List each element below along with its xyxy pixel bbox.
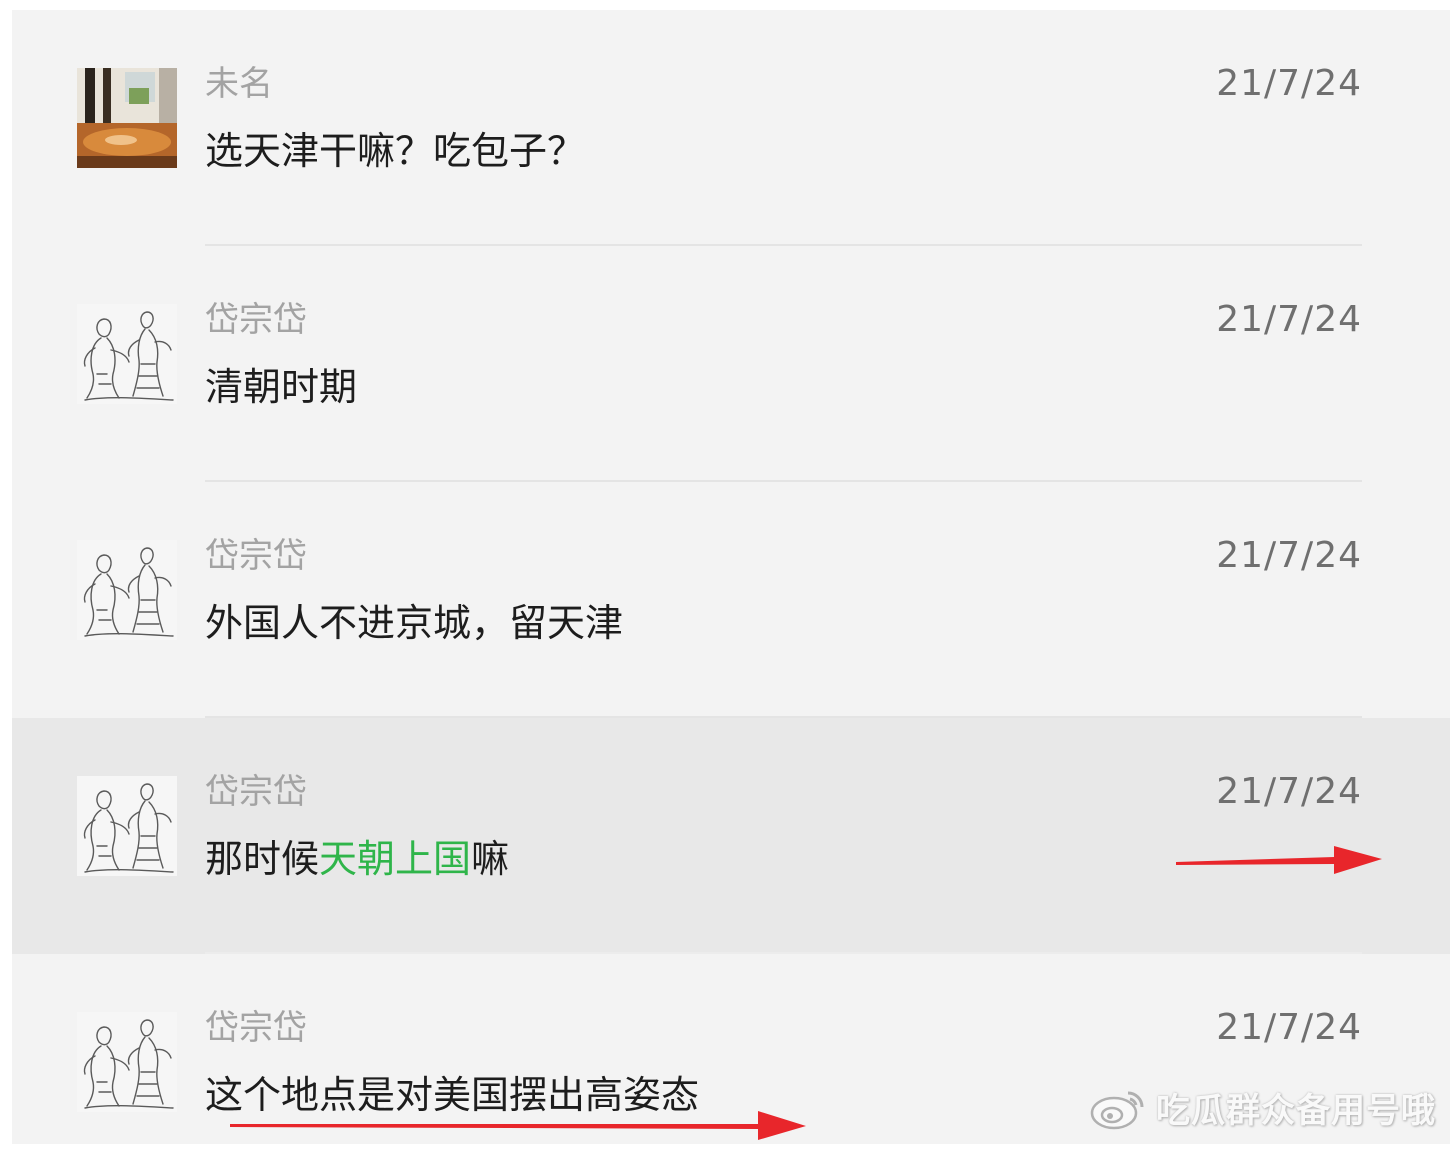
weibo-logo-icon	[1090, 1091, 1144, 1129]
comment-date: 21/7/24	[1216, 771, 1362, 812]
sender-name[interactable]: 岱宗岱	[205, 536, 307, 576]
sketch-figures-avatar-icon[interactable]	[77, 540, 177, 640]
comment-text-after: 嘛	[471, 837, 510, 881]
sketch-figures-avatar-icon[interactable]	[77, 776, 177, 876]
comment-row[interactable]: 未名 21/7/24 选天津干嘛？吃包子？	[12, 10, 1450, 246]
comment-text: 选天津干嘛？吃包子？	[205, 129, 586, 173]
comment-list: 未名 21/7/24 选天津干嘛？吃包子？ 岱宗岱 21/7/24 清朝时期 岱…	[12, 10, 1450, 1144]
comment-row[interactable]: 岱宗岱 21/7/24 外国人不进京城，留天津	[12, 482, 1450, 718]
watermark: 吃瓜群众备用号哦	[1088, 1083, 1436, 1132]
comment-date: 21/7/24	[1216, 1007, 1362, 1048]
sender-name[interactable]: 未名	[205, 64, 273, 104]
sender-name[interactable]: 岱宗岱	[205, 1008, 307, 1048]
watermark-text: 吃瓜群众备用号哦	[1156, 1091, 1436, 1131]
sender-name[interactable]: 岱宗岱	[205, 772, 307, 812]
comment-date: 21/7/24	[1216, 535, 1362, 576]
comment-date: 21/7/24	[1216, 299, 1362, 340]
comment-date: 21/7/24	[1216, 63, 1362, 104]
red-arrow-icon	[230, 1111, 806, 1140]
comment-text: 那时候天朝上国嘛	[205, 836, 509, 882]
sender-name[interactable]: 岱宗岱	[205, 300, 307, 340]
photo-avatar-icon[interactable]	[77, 68, 177, 168]
comment-row-highlighted[interactable]: 岱宗岱 21/7/24 那时候天朝上国嘛	[12, 718, 1450, 954]
sketch-figures-avatar-icon[interactable]	[77, 304, 177, 404]
comment-text: 外国人不进京城，留天津	[205, 601, 624, 645]
red-arrow-icon	[1176, 846, 1382, 874]
sketch-figures-avatar-icon[interactable]	[77, 1012, 177, 1112]
highlighted-keyword: 天朝上国	[319, 837, 472, 881]
comment-row[interactable]: 岱宗岱 21/7/24 清朝时期	[12, 246, 1450, 482]
comment-text-before: 那时候	[205, 837, 320, 881]
comment-text: 清朝时期	[205, 365, 358, 409]
